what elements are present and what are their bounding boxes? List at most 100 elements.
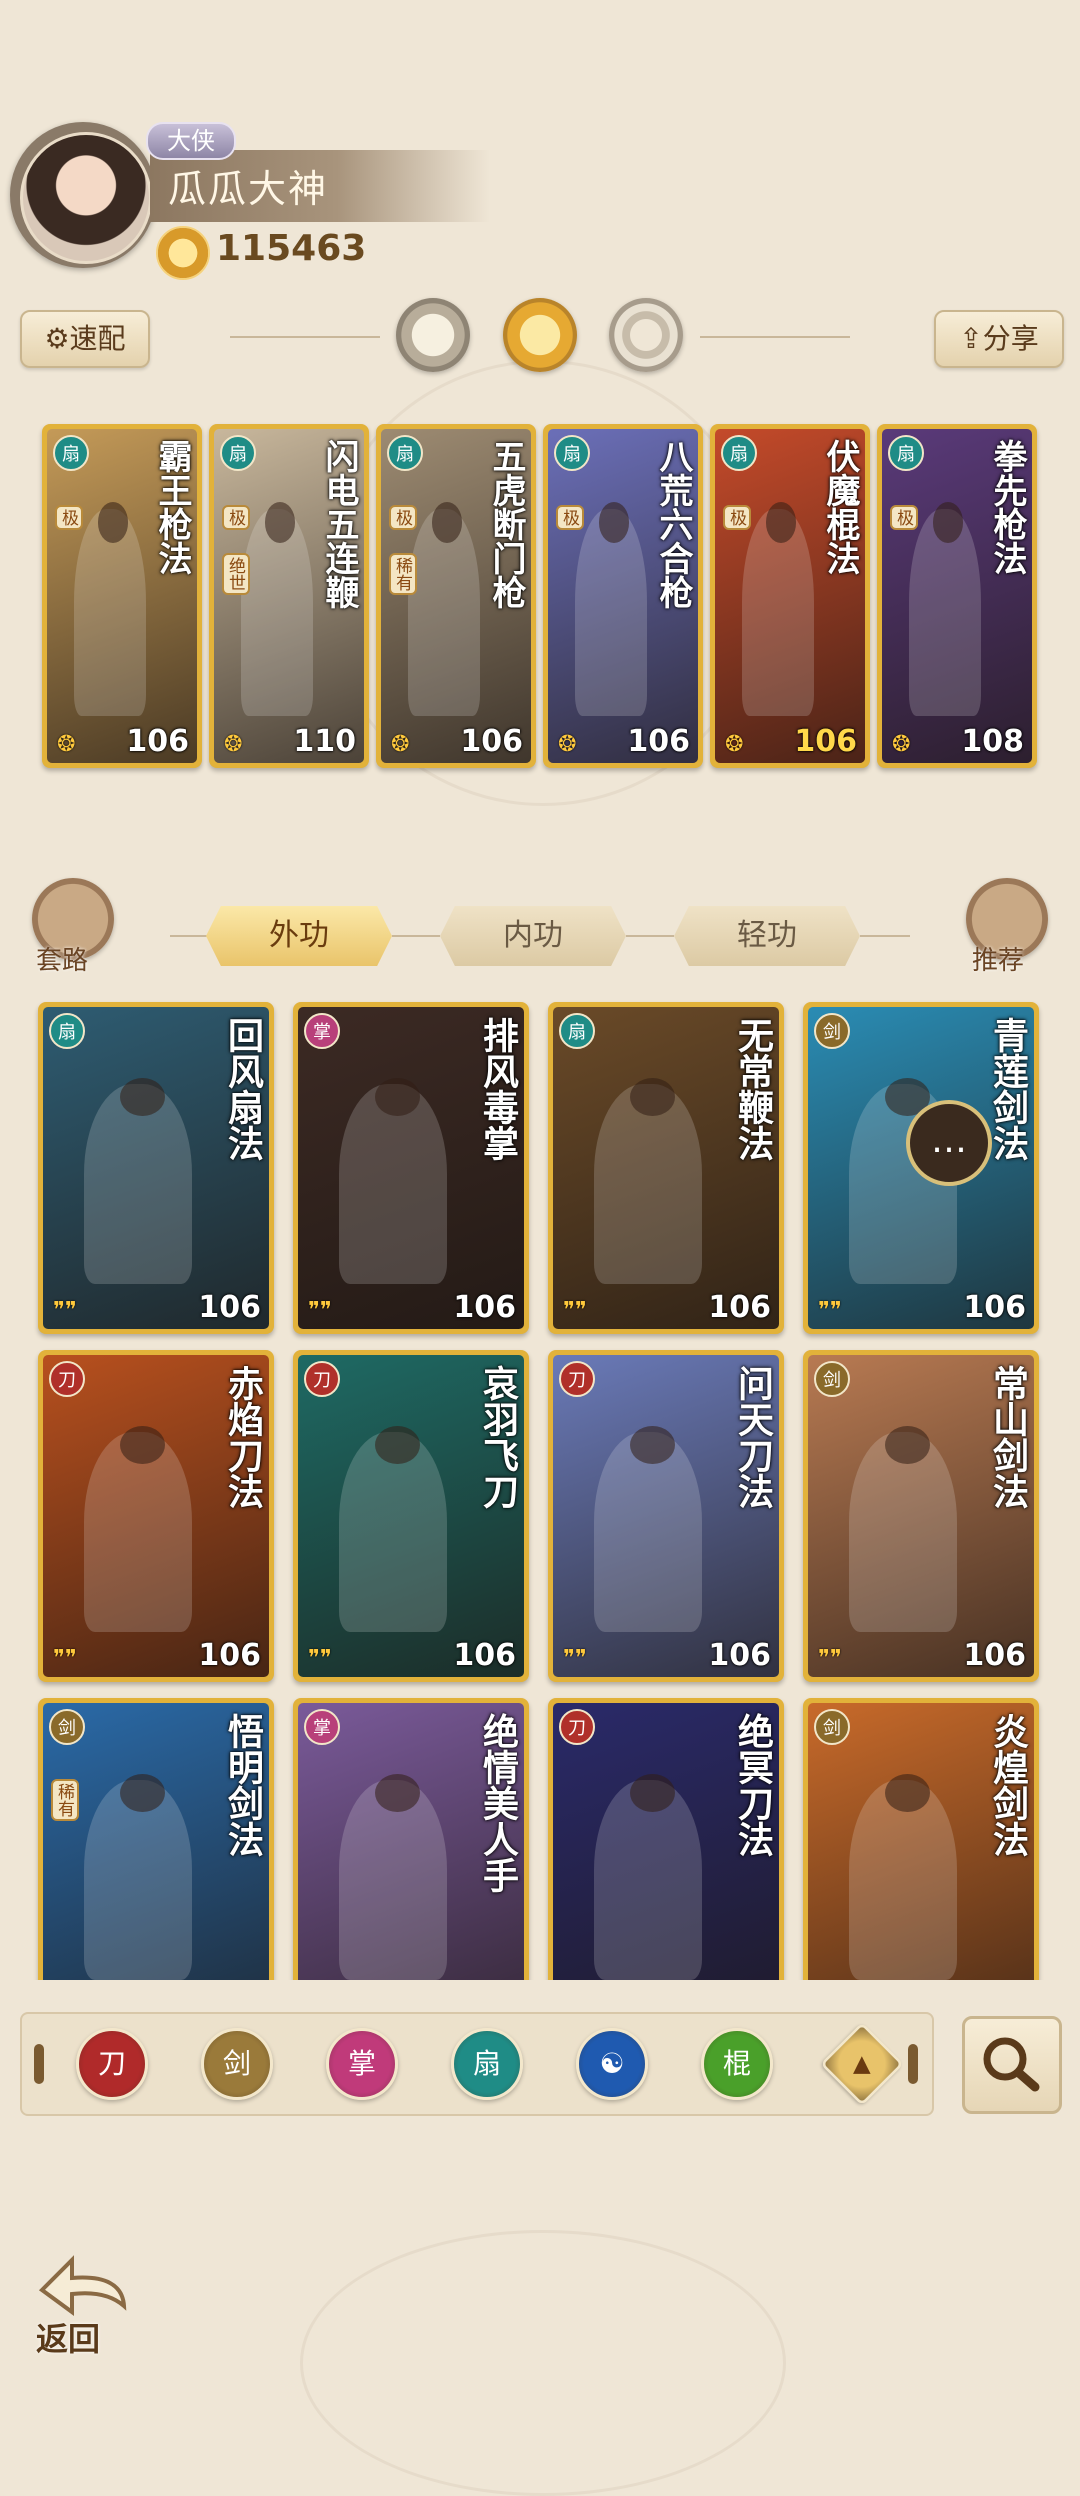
skill-level: 106: [794, 724, 857, 759]
skill-card[interactable]: 刀 赤焰刀法 ❞❞ 106: [38, 1350, 274, 1682]
gear-icon: ⚙: [44, 322, 70, 355]
sword-type-icon: 剑: [49, 1709, 85, 1745]
star-drops-icon: ❞❞: [563, 1298, 587, 1323]
skill-card[interactable]: 扇 霸王枪法 极 ❂ 106: [42, 424, 202, 768]
skill-card[interactable]: 扇 回风扇法 ❞❞ 106: [38, 1002, 274, 1334]
share-button[interactable]: ⇪分享: [934, 310, 1064, 368]
skill-card[interactable]: 剑 常山剑法 ❞❞ 106: [803, 1350, 1039, 1682]
tab-internal[interactable]: 内功: [440, 906, 626, 966]
blade-filter-icon[interactable]: 刀: [76, 2028, 148, 2100]
filter-bar-left-cap: [34, 2044, 44, 2084]
star-drops-icon: ❂: [391, 732, 410, 757]
palm-type-icon: 掌: [304, 1709, 340, 1745]
grade-tag: 极: [723, 505, 751, 530]
back-button[interactable]: 返回: [32, 2250, 136, 2358]
share-icon: ⇪: [959, 322, 983, 355]
sword-type-icon: 剑: [814, 1361, 850, 1397]
star-drops-icon: ❞❞: [308, 1646, 332, 1671]
grade-tag: 极: [890, 505, 918, 530]
power-value: 115463: [216, 228, 367, 269]
yinyang-filter-icon[interactable]: ☯: [576, 2028, 648, 2100]
skill-card[interactable]: 扇 八荒六合枪 极 ❂ 106: [543, 424, 703, 768]
divider: [860, 935, 910, 937]
staff-filter-icon[interactable]: 棍: [701, 2028, 773, 2100]
skill-card[interactable]: 扇 无常鞭法 ❞❞ 106: [548, 1002, 784, 1334]
quick-config-button[interactable]: ⚙速配: [20, 310, 150, 368]
search-button[interactable]: [962, 2016, 1062, 2114]
skill-name: 常山剑法: [987, 1365, 1029, 1509]
moon-mode-icon[interactable]: [396, 298, 470, 372]
share-label: 分享: [982, 322, 1039, 355]
skill-art: 刀 问天刀法 ❞❞ 106: [553, 1355, 779, 1677]
character-head: [599, 502, 629, 543]
divider: [392, 935, 440, 937]
character-head: [432, 502, 462, 543]
fan-type-icon: 扇: [220, 435, 256, 471]
skill-name: 哀羽飞刀: [477, 1365, 519, 1509]
quick-config-label: 速配: [69, 322, 126, 355]
fan-filter-icon[interactable]: 扇: [451, 2028, 523, 2100]
star-drops-icon: ❞❞: [308, 1298, 332, 1323]
back-arrow-icon: [38, 2255, 127, 2316]
ring-mode-icon[interactable]: [609, 298, 683, 372]
skill-name: 拳先枪法: [987, 439, 1027, 575]
skill-level: 106: [708, 1290, 771, 1325]
tab-lightness[interactable]: 轻功: [674, 906, 860, 966]
skill-art: 扇 回风扇法 ❞❞ 106: [43, 1007, 269, 1329]
skill-art: 扇 无常鞭法 ❞❞ 106: [553, 1007, 779, 1329]
back-label: 返回: [36, 2320, 101, 2358]
star-drops-icon: ❞❞: [563, 1646, 587, 1671]
skill-level: 106: [198, 1638, 261, 1673]
player-name: 瓜瓜大神: [168, 167, 329, 211]
sword-type-icon: 剑: [814, 1709, 850, 1745]
skill-card[interactable]: 扇 五虎断门枪 极稀有 ❂ 106: [376, 424, 536, 768]
grade-tag: 极: [55, 505, 83, 530]
skill-name: 八荒六合枪: [653, 439, 693, 609]
fan-type-icon: 扇: [554, 435, 590, 471]
skill-art: 扇 伏魔棍法 极 ❂ 106: [715, 429, 865, 763]
skill-card[interactable]: 扇 伏魔棍法 极 ❂ 106: [710, 424, 870, 768]
star-drops-icon: ❂: [224, 732, 243, 757]
skill-card[interactable]: 刀 问天刀法 ❞❞ 106: [548, 1350, 784, 1682]
skill-level: 106: [453, 1290, 516, 1325]
recommend-label: 推荐: [972, 946, 1025, 976]
skill-card[interactable]: 剑悟明剑法稀有❞❞: [38, 1698, 274, 1980]
skill-art: 扇 闪电五连鞭 极绝世 ❂ 110: [214, 429, 364, 763]
fan-type-icon: 扇: [559, 1013, 595, 1049]
skill-card[interactable]: 剑炎煌剑法❞❞: [803, 1698, 1039, 1980]
tab-external[interactable]: 外功: [206, 906, 392, 966]
skill-name: 悟明剑法: [222, 1713, 264, 1857]
sword-filter-icon[interactable]: 剑: [201, 2028, 273, 2100]
skill-art: 扇 八荒六合枪 极 ❂ 106: [548, 429, 698, 763]
skill-card[interactable]: 刀绝冥刀法❞❞: [548, 1698, 784, 1980]
skill-card[interactable]: 扇 拳先枪法 极 ❂ 108: [877, 424, 1037, 768]
chat-bubble-icon[interactable]: …: [906, 1100, 992, 1186]
skill-name: 伏魔棍法: [820, 439, 860, 575]
character-head: [265, 502, 295, 543]
character-head: [98, 502, 128, 543]
star-drops-icon: ❞❞: [818, 1646, 842, 1671]
skill-art: 扇 五虎断门枪 极稀有 ❂ 106: [381, 429, 531, 763]
skill-name: 排风毒掌: [477, 1017, 519, 1161]
blade-type-icon: 刀: [304, 1361, 340, 1397]
skill-card[interactable]: 掌绝情美人手❞❞: [293, 1698, 529, 1980]
avatar[interactable]: [20, 132, 152, 264]
rank-badge: 大侠: [146, 122, 236, 160]
fan-type-icon: 扇: [49, 1013, 85, 1049]
sword-type-icon: 剑: [814, 1013, 850, 1049]
star-drops-icon: ❂: [558, 732, 577, 757]
skill-level: 106: [963, 1290, 1026, 1325]
skill-name: 闪电五连鞭: [319, 439, 359, 609]
palm-filter-icon[interactable]: 掌: [326, 2028, 398, 2100]
skill-card[interactable]: 掌 排风毒掌 ❞❞ 106: [293, 1002, 529, 1334]
skill-card[interactable]: 扇 闪电五连鞭 极绝世 ❂ 110: [209, 424, 369, 768]
star-drops-icon: ❂: [725, 732, 744, 757]
routine-label: 套路: [36, 946, 89, 976]
skill-level: 106: [198, 1290, 261, 1325]
sun-mode-icon[interactable]: [503, 298, 577, 372]
character-head: [933, 502, 963, 543]
skill-art: 扇 霸王枪法 极 ❂ 106: [47, 429, 197, 763]
skill-card[interactable]: 刀 哀羽飞刀 ❞❞ 106: [293, 1350, 529, 1682]
skill-name: 青莲剑法: [987, 1017, 1029, 1161]
skill-level: 106: [963, 1638, 1026, 1673]
